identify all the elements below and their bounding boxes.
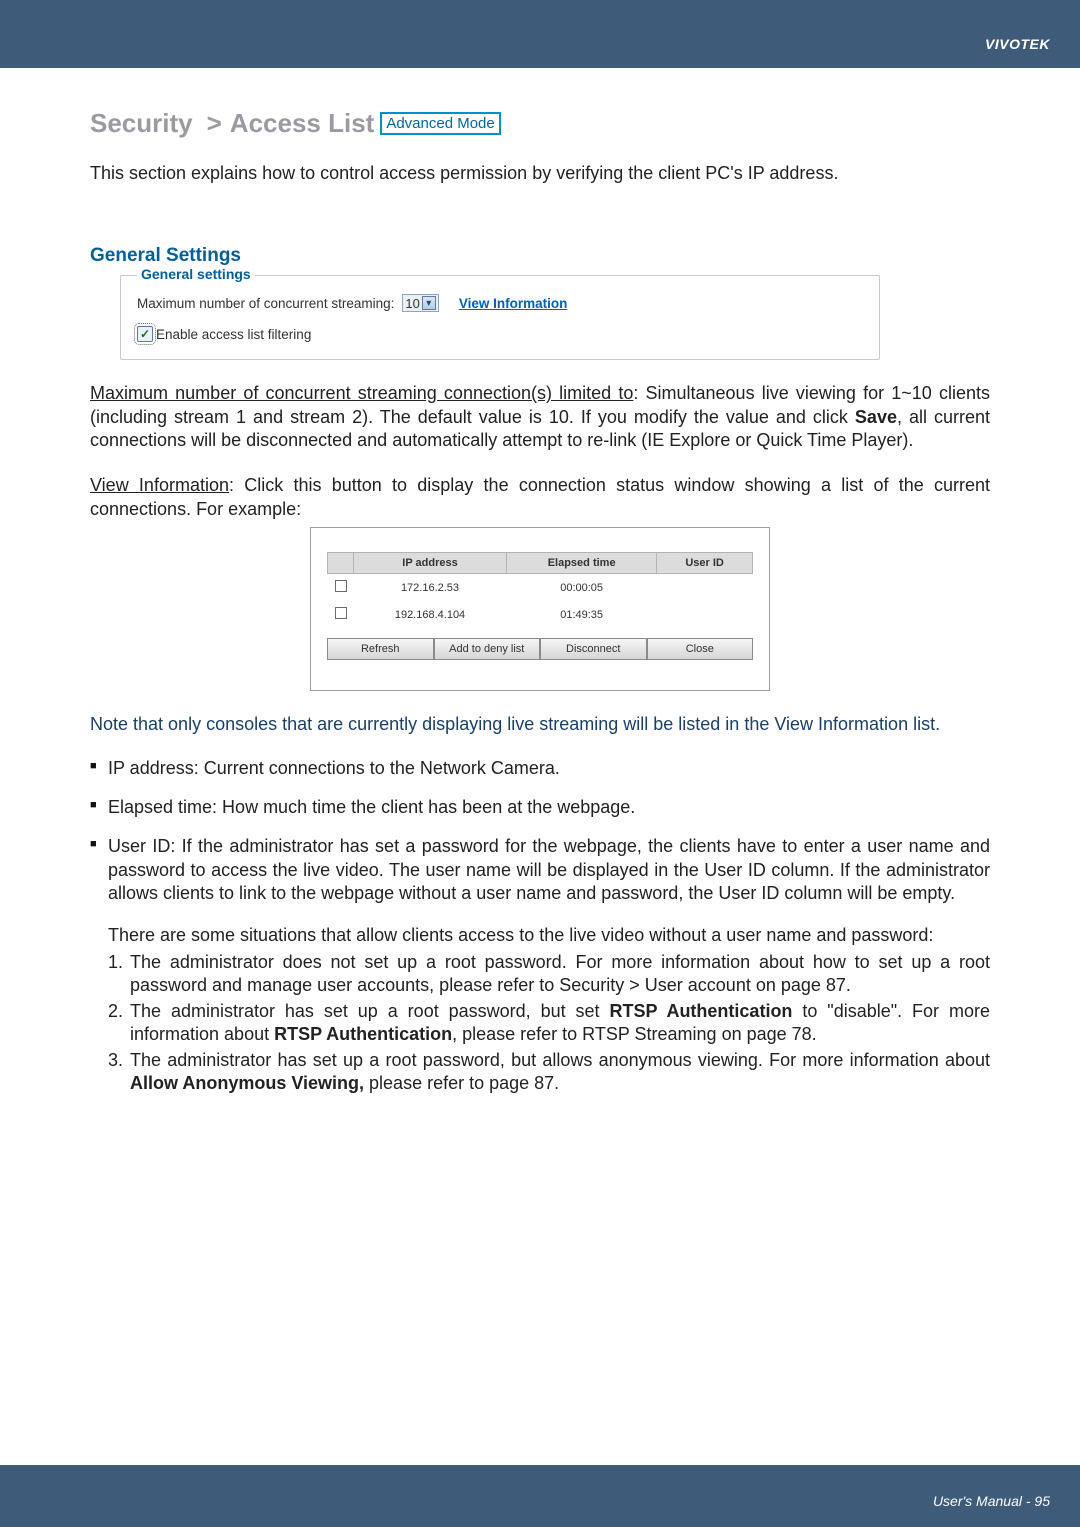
disconnect-button[interactable]: Disconnect <box>540 638 647 660</box>
col-select <box>328 553 354 574</box>
panel-legend: General settings <box>137 266 255 282</box>
max-streaming-paragraph: Maximum number of concurrent streaming c… <box>90 382 990 452</box>
cell-ip: 172.16.2.53 <box>354 574 507 602</box>
breadcrumb-access-list: Access List <box>230 108 375 139</box>
underline-max: Maximum number of concurrent streaming c… <box>90 383 633 403</box>
underline-view-info: View Information <box>90 475 229 495</box>
enable-filtering-checkbox[interactable] <box>137 326 153 342</box>
cell-ip: 192.168.4.104 <box>354 601 507 628</box>
col-userid: User ID <box>657 553 753 574</box>
bullet-ip: IP address: Current connections to the N… <box>90 757 990 780</box>
table-row: 192.168.4.104 01:49:35 <box>328 601 753 628</box>
connection-table: IP address Elapsed time User ID 172.16.2… <box>327 552 753 628</box>
breadcrumb-separator: > <box>207 108 222 139</box>
bold-save: Save <box>855 407 897 427</box>
breadcrumb-security: Security <box>90 108 193 139</box>
brand-label: VIVOTEK <box>985 36 1050 52</box>
footer-page-label: User's Manual - 95 <box>933 1493 1050 1509</box>
max-streaming-value: 10 <box>405 296 419 311</box>
content-area: Security > Access List Advanced Mode Thi… <box>0 68 1080 1135</box>
enable-filtering-label: Enable access list filtering <box>156 327 311 342</box>
view-info-paragraph: View Information: Click this button to d… <box>90 474 990 521</box>
footer-bar: User's Manual - 95 <box>0 1465 1080 1527</box>
cell-elapsed: 01:49:35 <box>507 601 657 628</box>
col-elapsed: Elapsed time <box>507 553 657 574</box>
refresh-button[interactable]: Refresh <box>327 638 434 660</box>
ol-item-1: 1.The administrator does not set up a ro… <box>108 951 990 998</box>
header-bar: VIVOTEK <box>0 0 1080 68</box>
page-title: Security > Access List Advanced Mode <box>90 108 501 139</box>
cell-userid <box>657 601 753 628</box>
col-ip: IP address <box>354 553 507 574</box>
close-button[interactable]: Close <box>647 638 754 660</box>
situations-intro: There are some situations that allow cli… <box>90 924 990 947</box>
chevron-down-icon[interactable] <box>422 296 436 310</box>
intro-text: This section explains how to control acc… <box>90 161 990 185</box>
view-information-link[interactable]: View Information <box>459 296 568 311</box>
bullet-userid: User ID: If the administrator has set a … <box>90 835 990 905</box>
cell-elapsed: 00:00:05 <box>507 574 657 602</box>
add-to-deny-list-button[interactable]: Add to deny list <box>434 638 541 660</box>
max-streaming-label: Maximum number of concurrent streaming: <box>137 296 394 311</box>
ol-item-2: 2.The administrator has set up a root pa… <box>108 1000 990 1047</box>
advanced-mode-badge: Advanced Mode <box>380 112 500 135</box>
general-settings-panel: General settings Maximum number of concu… <box>120 275 880 360</box>
table-row: 172.16.2.53 00:00:05 <box>328 574 753 602</box>
note-text: Note that only consoles that are current… <box>90 713 990 736</box>
row-checkbox[interactable] <box>335 607 347 619</box>
cell-userid <box>657 574 753 602</box>
ol-item-3: 3.The administrator has set up a root pa… <box>108 1049 990 1096</box>
bullet-elapsed: Elapsed time: How much time the client h… <box>90 796 990 819</box>
max-streaming-select[interactable]: 10 <box>402 294 438 312</box>
connection-status-window: IP address Elapsed time User ID 172.16.2… <box>310 527 770 691</box>
row-checkbox[interactable] <box>335 580 347 592</box>
general-settings-heading: General Settings <box>90 245 990 267</box>
